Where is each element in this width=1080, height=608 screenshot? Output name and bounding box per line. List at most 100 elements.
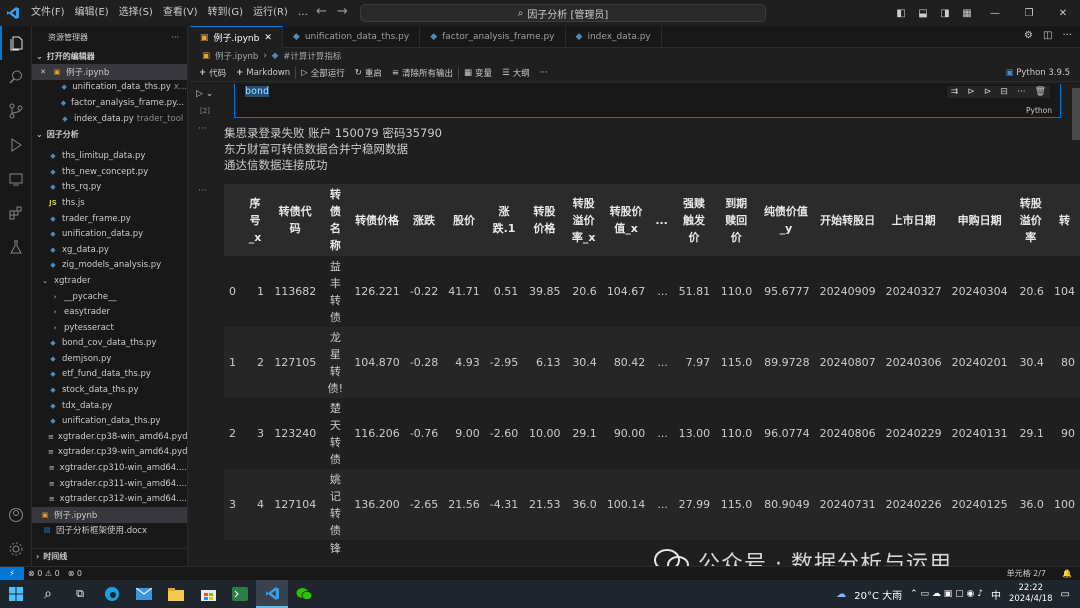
code-cell[interactable]: bond ⇉ ⊳ ⊳ ⊟ ··· 🗑 Python (234, 84, 1061, 118)
command-center[interactable]: ⌕ 因子分析 [管理员] (360, 4, 766, 22)
edge-browser-icon[interactable] (96, 580, 128, 608)
split-cell-icon[interactable]: ⊟ (1000, 87, 1008, 97)
customize-layout-icon[interactable]: ▦ (956, 8, 978, 19)
editor-tab[interactable]: ◆ unification_data_ths.py (283, 26, 421, 48)
run-debug-icon[interactable] (0, 128, 32, 162)
weather-label[interactable]: 20°C 大雨 (854, 587, 902, 602)
notifications-icon[interactable]: 🔔 (1058, 569, 1076, 578)
taskbar-search-icon[interactable]: ⌕ (32, 580, 64, 608)
toggle-panel-icon[interactable]: ⬓ (912, 8, 934, 19)
explorer-icon[interactable] (0, 26, 32, 60)
mail-icon[interactable] (128, 580, 160, 608)
sidebar-file-item[interactable]: ◆ etf_fund_data_ths.py (32, 367, 187, 383)
breadcrumb-file[interactable]: 例子.ipynb (215, 50, 258, 62)
close-icon[interactable]: ✕ (38, 68, 48, 76)
task-view-icon[interactable]: ⧉ (64, 580, 96, 608)
toggle-secondary-sidebar-icon[interactable]: ◨ (934, 8, 956, 19)
sidebar-file-item[interactable]: ≡ xgtrader.cp39-win_amd64.pyd (32, 445, 187, 461)
more-actions-icon[interactable]: ··· (171, 33, 179, 42)
more-cell-icon[interactable]: ··· (1017, 87, 1026, 97)
windows-start-icon[interactable] (0, 580, 32, 608)
ime-indicator[interactable]: 中 (991, 587, 1001, 602)
sidebar-file-item[interactable]: ≡ xgtrader.cp38-win_amd64.pyd (32, 429, 187, 445)
sidebar-folder-item[interactable]: › __pycache__ (32, 289, 187, 305)
sidebar-folder-item[interactable]: › pytesseract (32, 320, 187, 336)
outline-button[interactable]: ☰ 大纲 (497, 67, 535, 79)
menu-item[interactable]: 转到(G) (203, 0, 249, 26)
restart-button[interactable]: ↻ 重启 (350, 67, 387, 79)
sidebar-file-item[interactable]: ◆ unification_data.py (32, 226, 187, 242)
menu-item[interactable]: 编辑(E) (70, 0, 114, 26)
sidebar-file-item[interactable]: ◆ bond_cov_data_ths.py (32, 336, 187, 352)
variables-button[interactable]: ▦ 变量 (459, 67, 497, 79)
menu-item[interactable]: 文件(F) (26, 0, 70, 26)
kernel-picker[interactable]: ▣ Python 3.9.5 (1005, 68, 1070, 78)
add-markdown-button[interactable]: + Markdown (231, 68, 295, 78)
format-icon[interactable]: ⇉ (951, 87, 959, 97)
editor-tab[interactable]: ◆ index_data.py (566, 26, 662, 48)
menu-item[interactable]: … (293, 0, 313, 26)
menu-item[interactable]: 运行(R) (248, 0, 293, 26)
search-icon[interactable] (0, 60, 32, 94)
ports-indicator[interactable]: ⊗ 0 (64, 569, 86, 578)
clock[interactable]: 22:22 2024/4/18 (1009, 583, 1053, 605)
remote-indicator-icon[interactable]: ⚡ (0, 566, 24, 581)
manage-gear-icon[interactable] (0, 532, 32, 566)
folder-xgtrader[interactable]: ⌄ xgtrader (32, 273, 187, 289)
output-actions-icon[interactable]: ··· (198, 124, 207, 134)
forward-arrow-icon[interactable]: → (337, 4, 348, 19)
more-toolbar-icon[interactable]: ··· (535, 68, 553, 78)
open-editor-item[interactable]: ✕ ▣ 例子.ipynb (32, 64, 187, 80)
run-all-button[interactable]: ▷ 全部运行 (296, 67, 350, 79)
menu-item[interactable]: 选择(S) (114, 0, 158, 26)
open-editor-item[interactable]: ◆ factor_analysis_frame.py... (32, 95, 187, 111)
cell-language[interactable]: Python (1026, 106, 1052, 115)
close-window-button[interactable]: ✕ (1046, 8, 1080, 19)
run-below-icon[interactable]: ⊳ (984, 87, 992, 97)
testing-flask-icon[interactable] (0, 230, 32, 264)
notification-center-icon[interactable]: ▭ (1061, 589, 1070, 600)
project-section[interactable]: ⌄ 因子分析 (32, 126, 187, 142)
sidebar-file-item[interactable]: ◆ unification_data_ths.py (32, 413, 187, 429)
open-editor-item[interactable]: ◆ index_data.py trader_tool (32, 111, 187, 127)
extensions-icon[interactable] (0, 196, 32, 230)
open-editor-item[interactable]: ◆ unification_data_ths.py x... (32, 80, 187, 96)
timeline-section[interactable]: › 时间线 (32, 548, 187, 564)
cell-position[interactable]: 单元格 2/7 (1003, 568, 1050, 579)
sidebar-file-item[interactable]: ◆ ths_new_concept.py (32, 164, 187, 180)
split-editor-icon[interactable]: ◫ (1043, 30, 1052, 41)
sidebar-file-item[interactable]: ≡ xgtrader.cp311-win_amd64.... (32, 476, 187, 492)
sidebar-file-item[interactable]: ≡ xgtrader.cp310-win_amd64.... (32, 460, 187, 476)
delete-cell-icon[interactable]: 🗑 (1035, 87, 1046, 97)
editor-tab[interactable]: ◆ factor_analysis_frame.py (420, 26, 566, 48)
sidebar-file-item[interactable]: ◆ demjson.py (32, 351, 187, 367)
cell-code[interactable]: bond (245, 86, 270, 97)
restore-button[interactable]: ❐ (1012, 8, 1046, 19)
sidebar-file-item[interactable]: ◆ ths_rq.py (32, 180, 187, 196)
sidebar-item-doc[interactable]: ▤ 因子分析框架使用.docx (32, 523, 187, 539)
toggle-primary-sidebar-icon[interactable]: ◧ (890, 8, 912, 19)
add-code-button[interactable]: + 代码 (194, 67, 231, 79)
run-above-icon[interactable]: ⊳ (967, 87, 975, 97)
close-tab-icon[interactable]: ✕ (264, 33, 272, 43)
sidebar-folder-item[interactable]: › easytrader (32, 304, 187, 320)
sidebar-file-item[interactable]: ◆ zig_models_analysis.py (32, 258, 187, 274)
sidebar-file-item[interactable]: ≡ xgtrader.cp312-win_amd64.... (32, 491, 187, 507)
vscode-taskbar-icon[interactable] (256, 580, 288, 608)
output-actions-icon[interactable]: ··· (198, 186, 207, 196)
settings-gear-icon[interactable]: ⚙ (1024, 30, 1033, 41)
clear-outputs-button[interactable]: ≡ 清除所有输出 (387, 67, 458, 79)
more-actions-icon[interactable]: ··· (1062, 30, 1072, 41)
breadcrumb-section[interactable]: #计算计算指标 (283, 50, 341, 62)
sidebar-file-item[interactable]: ◆ ths_limitup_data.py (32, 148, 187, 164)
source-control-icon[interactable] (0, 94, 32, 128)
sidebar-file-item[interactable]: ◆ trader_frame.py (32, 211, 187, 227)
sidebar-file-item[interactable]: ◆ xg_data.py (32, 242, 187, 258)
problems-indicator[interactable]: ⊗ 0 ⚠ 0 (24, 569, 64, 578)
account-icon[interactable] (0, 498, 32, 532)
tray-app-icons[interactable]: ⌃ ▭ ☁ ▣ ▢ ◉ ♪ (910, 589, 983, 599)
vertical-scrollbar[interactable] (1072, 88, 1080, 140)
sidebar-file-item[interactable]: ◆ tdx_data.py (32, 398, 187, 414)
wechat-taskbar-icon[interactable] (288, 580, 320, 608)
sidebar-file-item[interactable]: JS ths.js (32, 195, 187, 211)
